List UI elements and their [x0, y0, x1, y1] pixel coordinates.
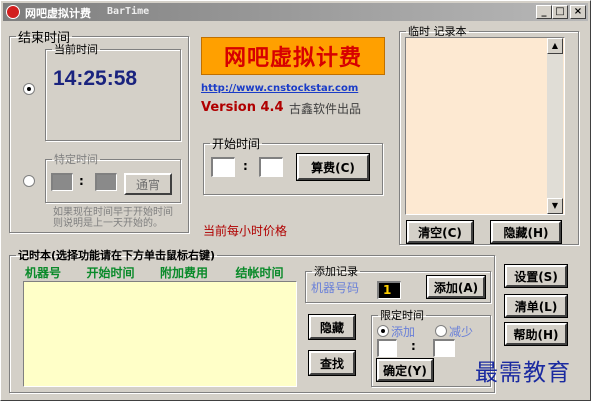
hourly-price-label: 当前每小时价格	[203, 224, 288, 238]
window-title: 网吧虚拟计费	[25, 7, 91, 20]
find-button[interactable]: 查找	[308, 350, 356, 376]
log-list[interactable]	[23, 281, 297, 387]
specific-minute-input[interactable]	[95, 173, 117, 191]
log-header: 机器号 开始时间 附加费用 结帐时间	[25, 264, 295, 281]
clear-list-button[interactable]: 清单(L)	[504, 294, 568, 318]
log-group-label: 记时本(选择功能请在下方单击鼠标右键)	[18, 249, 216, 262]
log-hide-button[interactable]: 隐藏	[308, 314, 356, 340]
specific-time-label: 特定时间	[54, 153, 98, 166]
log-col-extra: 附加费用	[160, 266, 209, 280]
overnight-note: 如果现在时间早于开始时间 则说明是上一天开始的。	[53, 207, 173, 229]
current-time-box: 当前时间	[45, 41, 181, 141]
add-record-group-label: 添加记录	[314, 265, 358, 278]
watermark: 最需教育	[475, 360, 571, 386]
close-button[interactable]: ×	[570, 5, 586, 19]
main-window: 网吧虚拟计费 BarTime _ □ × 结束时间 当前时间 14:25:58 …	[0, 0, 591, 401]
notepad-scrollbar[interactable]: ▲ ▼	[547, 38, 563, 214]
specific-time-separator: :	[79, 174, 84, 188]
minimize-button[interactable]: _	[536, 5, 552, 19]
log-col-start: 开始时间	[86, 266, 135, 280]
limit-separator: :	[411, 339, 416, 353]
notepad-textarea[interactable]	[405, 37, 565, 215]
limit-time-group-label: 限定时间	[380, 309, 424, 322]
publisher-label: 古鑫软件出品	[289, 102, 362, 116]
limit-hour-input[interactable]	[377, 339, 397, 357]
specific-time-radio[interactable]	[23, 175, 35, 187]
current-time-label: 当前时间	[54, 43, 98, 56]
scroll-down-icon[interactable]: ▼	[547, 198, 563, 214]
maximize-button[interactable]: □	[552, 5, 568, 19]
start-hour-input[interactable]	[211, 157, 235, 177]
current-time-value: 14:25:58	[53, 67, 138, 90]
log-col-machine: 机器号	[25, 266, 62, 280]
specific-hour-input[interactable]	[51, 173, 73, 191]
brand-url-link[interactable]: http://www.cnstockstar.com	[201, 83, 358, 94]
settings-button[interactable]: 设置(S)	[504, 264, 568, 288]
limit-minute-input[interactable]	[433, 339, 455, 357]
limit-subtract-label: 减少	[449, 325, 474, 339]
help-button[interactable]: 帮助(H)	[504, 322, 568, 346]
notepad-hide-button[interactable]: 隐藏(H)	[490, 220, 562, 244]
notepad-clear-button[interactable]: 清空(C)	[406, 220, 474, 244]
log-col-checkout: 结帐时间	[235, 266, 284, 280]
add-record-button[interactable]: 添加(A)	[426, 275, 486, 299]
title-bar[interactable]: 网吧虚拟计费 BarTime _ □ ×	[3, 3, 588, 21]
calculate-fee-button[interactable]: 算费(C)	[296, 153, 370, 181]
machine-number-label: 机器号码	[311, 281, 360, 295]
app-icon	[6, 5, 20, 19]
limit-add-label: 添加	[391, 325, 416, 339]
overnight-button[interactable]: 通宵	[124, 173, 172, 195]
brand-logo: 网吧虚拟计费	[201, 37, 385, 75]
version-label: Version 4.4	[201, 100, 284, 115]
machine-number-input[interactable]: 1	[377, 281, 401, 299]
start-time-separator: :	[243, 159, 248, 173]
current-time-radio[interactable]	[23, 83, 35, 95]
window-subtitle: BarTime	[107, 6, 150, 17]
start-time-group-label: 开始时间	[212, 137, 261, 151]
start-minute-input[interactable]	[259, 157, 283, 177]
scroll-up-icon[interactable]: ▲	[547, 38, 563, 54]
limit-confirm-button[interactable]: 确定(Y)	[376, 358, 434, 382]
limit-subtract-radio[interactable]	[435, 325, 447, 337]
limit-add-radio[interactable]	[377, 325, 389, 337]
